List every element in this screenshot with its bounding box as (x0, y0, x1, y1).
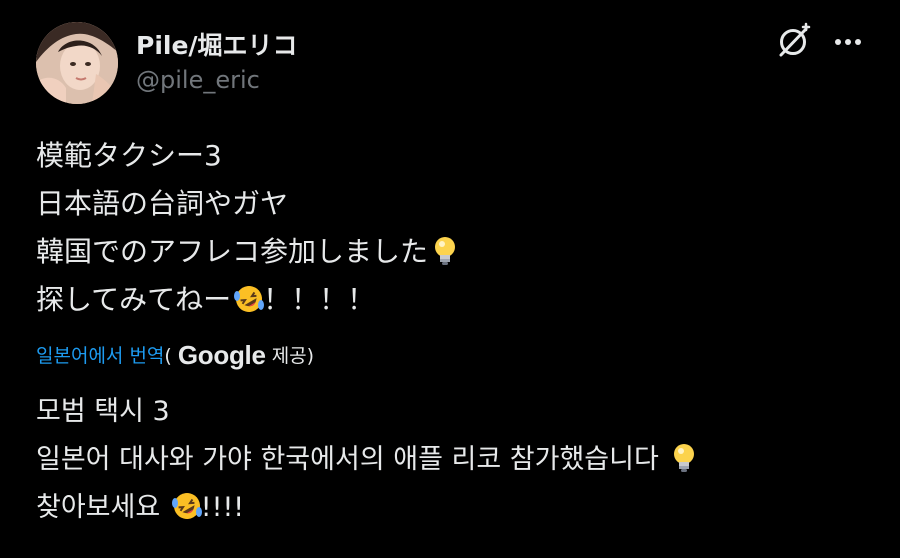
translated-line: 찾아보세요 !!!! (36, 484, 699, 532)
light-bulb-emoji-icon (669, 442, 699, 474)
tweet-post: Pile/堀エリコ @pile_eric 模範タクシー3 日本語の台詞やガヤ 韓… (0, 0, 900, 558)
author-name[interactable]: Pile/堀エリコ (136, 26, 298, 62)
post-line-text: 探してみてねー (36, 283, 232, 316)
light-bulb-emoji-icon (430, 234, 460, 266)
post-line: 模範タクシー3 (36, 139, 222, 172)
translation-link[interactable]: 일본어에서 번역 (36, 345, 164, 367)
google-wordmark: Google (177, 340, 266, 370)
translated-line-text: 찾아보세요 (36, 492, 161, 523)
translation-provided-label: 제공) (271, 345, 315, 367)
translated-text: 모범 택시 3 일본어 대사와 가야 한국에서의 애플 리코 참가했습니다 찾아… (36, 388, 699, 532)
avatar[interactable] (36, 22, 118, 104)
translated-line: 일본어 대사와 가야 한국에서의 애플 리코 참가했습니다 (36, 436, 699, 484)
author-handle[interactable]: @pile_eric (136, 66, 260, 94)
translated-line-tail: !!!! (200, 492, 245, 523)
post-line: 日本語の台詞やガヤ (36, 187, 289, 220)
post-line-text: 韓国でのアフレコ参加しました (36, 235, 429, 268)
translation-note: 일본어에서 번역( Google 제공) (36, 340, 314, 371)
translated-line-text: 일본어 대사와 가야 한국에서의 애플 리코 참가했습니다 (36, 444, 659, 475)
post-line: 韓国でのアフレコ参加しました (36, 228, 460, 276)
more-options-icon[interactable] (830, 28, 866, 56)
post-line: 探してみてねー ！！！！ (36, 276, 460, 324)
translation-open-paren: ( (164, 345, 172, 367)
post-text: 模範タクシー3 日本語の台詞やガヤ 韓国でのアフレコ参加しました 探してみてねー… (36, 132, 460, 324)
rolling-laughing-emoji-icon (171, 490, 202, 522)
post-line-tail: ！！！！ (263, 283, 376, 316)
translated-line: 모범 택시 3 (36, 396, 170, 427)
grok-icon[interactable] (773, 22, 813, 62)
rolling-laughing-emoji-icon (233, 282, 265, 314)
profile-photo (36, 22, 118, 104)
